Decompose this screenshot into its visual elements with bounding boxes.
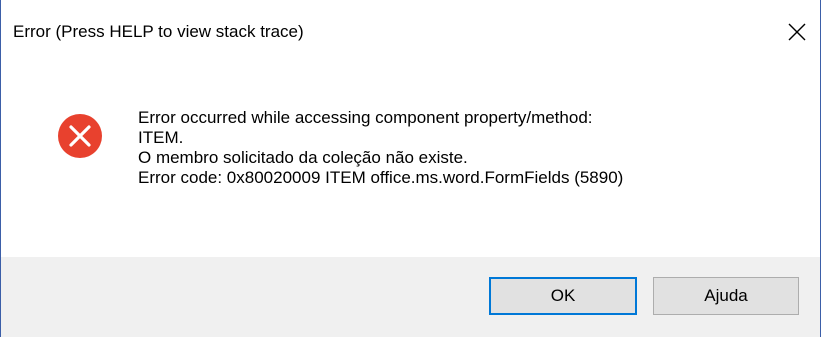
window-title: Error (Press HELP to view stack trace) [13,22,304,41]
message-line: O membro solicitado da coleção não exist… [138,148,468,167]
close-button[interactable] [774,0,820,64]
message-line: Error occurred while accessing component… [138,108,593,127]
error-dialog: Error (Press HELP to view stack trace) E… [0,0,821,337]
title-bar[interactable]: Error (Press HELP to view stack trace) [1,0,820,64]
help-button[interactable]: Ajuda [653,277,799,315]
close-icon [788,23,806,41]
ok-button[interactable]: OK [489,277,637,315]
button-bar: OK Ajuda [1,257,820,337]
error-message: Error occurred while accessing component… [138,108,623,188]
message-line: Error code: 0x80020009 ITEM office.ms.wo… [138,168,624,187]
message-line: ITEM. [138,128,184,147]
dialog-content: Error occurred while accessing component… [1,64,820,257]
error-icon [58,114,102,158]
